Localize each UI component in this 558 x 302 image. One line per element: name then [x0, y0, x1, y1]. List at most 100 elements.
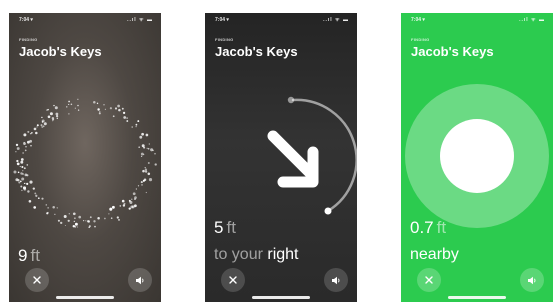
particle-dot	[126, 120, 129, 122]
close-button[interactable]	[221, 268, 245, 292]
particle-dot	[130, 205, 134, 209]
sound-button[interactable]	[520, 268, 544, 292]
particle-dot	[135, 188, 138, 190]
particle-dot	[51, 117, 55, 120]
particle-dot	[109, 107, 112, 110]
particle-dot	[53, 104, 55, 107]
particle-dot	[13, 170, 17, 174]
particle-dot	[30, 144, 32, 147]
particle-dot	[26, 182, 29, 185]
particle-dot	[68, 103, 70, 105]
particle-dot	[36, 126, 38, 128]
item-title: Jacob's Keys	[411, 44, 494, 59]
particle-dot	[122, 111, 126, 115]
particle-dot	[94, 225, 96, 228]
particle-dot	[85, 220, 87, 222]
home-indicator	[252, 296, 310, 299]
particle-dot	[114, 107, 118, 110]
distance-unit: ft	[436, 218, 447, 237]
distance-unit: ft	[226, 218, 236, 237]
particle-dot	[46, 109, 48, 111]
particle-dot	[97, 108, 100, 111]
particle-dot	[78, 215, 82, 219]
finding-label: FINDING	[411, 37, 430, 42]
speaker-icon	[136, 276, 144, 284]
particle-dot	[74, 217, 76, 220]
proximity-inner-circle	[440, 119, 514, 193]
direction-prefix: to your	[214, 246, 268, 263]
particle-dot	[99, 111, 101, 113]
particle-dot	[57, 219, 60, 222]
particle-dot	[141, 144, 145, 148]
direction-emphasis: right	[267, 246, 299, 263]
particle-dot	[41, 197, 44, 200]
particle-dot	[97, 216, 100, 220]
particle-dot	[23, 142, 26, 145]
particle-dot	[132, 192, 136, 196]
particle-dot	[20, 185, 23, 188]
particle-dot	[23, 187, 27, 191]
proximity-circles	[405, 84, 549, 228]
particle-dot	[34, 192, 37, 195]
particle-dot	[111, 205, 115, 209]
particle-dot	[121, 199, 125, 203]
particle-dot	[74, 222, 78, 226]
particle-dot	[138, 146, 141, 149]
particle-dot	[140, 155, 143, 157]
particle-dot	[154, 163, 157, 166]
direction-prefix: nearby	[410, 246, 459, 263]
particle-dot	[104, 108, 106, 110]
sound-button[interactable]	[128, 268, 152, 292]
particle-dot	[17, 171, 20, 174]
particle-dot	[31, 131, 33, 134]
particle-dot	[28, 200, 32, 203]
phone-screen-searching: 7:04 ▾ ..ıl ᯤ ▬ FINDING Jacob's Keys 9 ft	[9, 13, 161, 302]
direction-text: to your right	[214, 246, 298, 264]
particle-dot	[47, 115, 51, 119]
particle-dot	[126, 117, 128, 119]
particle-dot	[148, 178, 153, 182]
particle-dot	[16, 162, 20, 166]
status-time: 7:04 ▾	[411, 17, 425, 23]
particle-dot	[22, 170, 24, 172]
particle-dot	[27, 190, 30, 193]
particle-dot	[54, 106, 58, 110]
close-button[interactable]	[25, 268, 49, 292]
find-my-screens: 7:04 ▾ ..ıl ᯤ ▬ FINDING Jacob's Keys 9 ft…	[0, 0, 558, 302]
particle-dot	[118, 108, 121, 112]
particle-dot	[147, 162, 150, 164]
particle-dot	[16, 159, 19, 163]
particle-dot	[43, 122, 47, 126]
particle-dot	[52, 206, 55, 209]
particle-dot	[24, 149, 27, 152]
particle-dot	[19, 180, 22, 183]
particle-dot	[83, 220, 85, 222]
direction-text: nearby	[410, 246, 459, 264]
finding-label: FINDING	[215, 37, 234, 42]
particle-dot	[29, 139, 33, 143]
particle-dot	[27, 130, 30, 133]
sound-button[interactable]	[324, 268, 348, 292]
particle-dot	[46, 212, 49, 215]
particle-dot	[35, 131, 38, 135]
particle-dot	[128, 199, 131, 202]
finding-label: FINDING	[19, 37, 38, 42]
particle-dot	[33, 206, 37, 209]
particle-ring	[13, 98, 157, 228]
close-button[interactable]	[417, 268, 441, 292]
particle-dot	[42, 125, 45, 128]
particle-dot	[32, 187, 35, 190]
particle-dot	[93, 220, 96, 223]
particle-dot	[144, 170, 148, 173]
particle-dot	[77, 98, 79, 100]
particle-dot	[131, 198, 133, 200]
particle-dot	[36, 124, 39, 127]
particle-dot	[118, 218, 120, 221]
particle-dot	[148, 143, 150, 145]
particle-dot	[35, 194, 38, 197]
particle-dot	[135, 126, 137, 128]
particle-dot	[52, 120, 54, 122]
speaker-icon	[528, 276, 536, 284]
status-icons: ..ıl ᯤ ▬	[323, 17, 349, 23]
phone-screen-nearby: 7:04 ▾ ..ıl ᯤ ▬ FINDING Jacob's Keys 0.7…	[401, 13, 553, 302]
